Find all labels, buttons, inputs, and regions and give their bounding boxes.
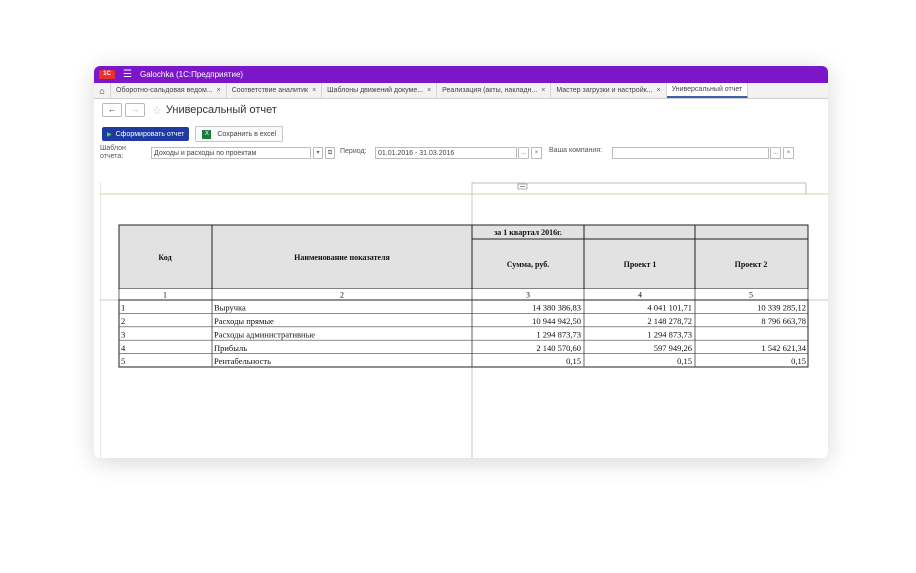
command-bar: ▶ Сформировать отчет X Сохранить в excel bbox=[94, 125, 828, 143]
col-header-sum: Сумма, руб. bbox=[507, 260, 550, 269]
app-logo: 1С bbox=[99, 70, 115, 79]
period-clear-button[interactable]: × bbox=[531, 147, 542, 159]
col-number: 3 bbox=[526, 291, 530, 300]
col-number: 4 bbox=[638, 291, 642, 300]
row-project-1: 2 148 278,72 bbox=[647, 316, 692, 326]
template-label: Шаблон bbox=[100, 145, 126, 152]
app-window: 1С ☰ Galochka (1С:Предприятие) ⌂ Оборотн… bbox=[94, 66, 828, 458]
tab-bar: ⌂ Оборотно-сальдовая ведом... × Соответст… bbox=[94, 83, 828, 99]
period-header: за 1 квартал 2016г. bbox=[494, 228, 562, 237]
row-project-2: 8 796 663,78 bbox=[761, 316, 806, 326]
tab-label: Универсальный отчет bbox=[671, 86, 743, 93]
tab-import-wizard[interactable]: Мастер загрузки и настройк... × bbox=[551, 83, 667, 98]
tab-analytics-mapping[interactable]: Соответствие аналитик × bbox=[227, 83, 323, 98]
row-project-1: 4 041 101,71 bbox=[647, 303, 692, 313]
period-field[interactable]: 01.01.2016 - 31.03.2016 bbox=[375, 147, 517, 159]
tab-turnover-balance[interactable]: Оборотно-сальдовая ведом... × bbox=[111, 83, 227, 98]
row-project-2: 1 542 621,34 bbox=[761, 343, 806, 353]
col-header-project-2: Проект 2 bbox=[735, 260, 768, 269]
tab-label: Соответствие аналитик bbox=[231, 87, 309, 94]
play-icon: ▶ bbox=[107, 131, 112, 138]
save-excel-label: Сохранить в excel bbox=[217, 130, 277, 138]
report-grid: за 1 квартал 2016г. Код Наименование пок… bbox=[100, 182, 828, 458]
company-label: Ваша компания: bbox=[549, 147, 603, 154]
row-project-2: 0,15 bbox=[791, 356, 806, 366]
forward-button[interactable]: → bbox=[125, 103, 145, 117]
close-icon[interactable]: × bbox=[541, 87, 545, 94]
row-project-1: 0,15 bbox=[677, 356, 692, 366]
row-name: Рентабельность bbox=[214, 356, 271, 366]
row-sum: 10 944 942,50 bbox=[532, 316, 581, 326]
company-clear-button[interactable]: × bbox=[783, 147, 794, 159]
open-icon[interactable]: ⧉ bbox=[325, 147, 335, 159]
template-label-2: отчета: bbox=[100, 153, 124, 160]
favorite-star-icon[interactable]: ☆ bbox=[152, 104, 162, 117]
tab-universal-report[interactable]: Универсальный отчет bbox=[666, 83, 749, 98]
row-code: 1 bbox=[121, 303, 125, 313]
col-header-project-1: Проект 1 bbox=[624, 260, 657, 269]
row-name: Расходы прямые bbox=[214, 316, 274, 326]
template-select[interactable]: Доходы и расходы по проектам bbox=[151, 147, 311, 159]
tab-label: Реализация (акты, накладн... bbox=[442, 87, 538, 94]
row-code: 3 bbox=[121, 329, 125, 339]
row-sum: 0,15 bbox=[566, 356, 581, 366]
close-icon[interactable]: × bbox=[427, 87, 431, 94]
report-spreadsheet[interactable]: за 1 квартал 2016г. Код Наименование пок… bbox=[100, 182, 828, 458]
back-button[interactable]: ← bbox=[102, 103, 122, 117]
generate-report-button[interactable]: ▶ Сформировать отчет bbox=[102, 127, 190, 141]
page-header: ← → ☆ Универсальный отчет bbox=[94, 99, 828, 121]
page-title: Универсальный отчет bbox=[165, 104, 277, 116]
tab-label: Шаблоны движений докуме... bbox=[327, 87, 424, 94]
period-select-button[interactable]: ... bbox=[518, 147, 529, 159]
col-header-code: Код bbox=[158, 253, 171, 262]
row-project-2: 10 339 285,12 bbox=[757, 303, 806, 313]
row-sum: 2 140 570,60 bbox=[536, 343, 581, 353]
home-icon[interactable]: ⌂ bbox=[94, 83, 111, 98]
row-code: 4 bbox=[121, 343, 126, 353]
hamburger-menu-icon[interactable]: ☰ bbox=[123, 69, 132, 80]
tab-movement-templates[interactable]: Шаблоны движений докуме... × bbox=[322, 83, 438, 98]
chevron-down-icon[interactable]: ▾ bbox=[313, 147, 323, 159]
row-name: Расходы административные bbox=[214, 329, 315, 339]
row-code: 2 bbox=[121, 316, 125, 326]
col-number: 2 bbox=[340, 291, 344, 300]
row-name: Прибыль bbox=[214, 343, 247, 353]
row-sum: 14 380 386,83 bbox=[532, 303, 581, 313]
close-icon[interactable]: × bbox=[657, 87, 661, 94]
period-label: Период: bbox=[340, 148, 367, 155]
app-title: Galochka (1С:Предприятие) bbox=[139, 70, 244, 79]
row-sum: 1 294 873,73 bbox=[536, 329, 581, 339]
generate-report-label: Сформировать отчет bbox=[115, 130, 185, 138]
tab-label: Мастер загрузки и настройк... bbox=[556, 87, 653, 94]
save-excel-button[interactable]: X Сохранить в excel bbox=[195, 126, 284, 142]
col-header-name: Наименование показателя bbox=[294, 253, 390, 262]
close-icon[interactable]: × bbox=[312, 87, 316, 94]
row-code: 5 bbox=[121, 356, 125, 366]
title-bar: 1С ☰ Galochka (1С:Предприятие) bbox=[94, 66, 828, 83]
row-name: Выручка bbox=[214, 303, 246, 313]
row-project-1: 597 949,26 bbox=[654, 343, 692, 353]
tab-label: Оборотно-сальдовая ведом... bbox=[116, 87, 213, 94]
company-field[interactable] bbox=[612, 147, 769, 159]
col-number: 5 bbox=[749, 291, 753, 300]
close-icon[interactable]: × bbox=[217, 87, 221, 94]
company-select-button[interactable]: ... bbox=[770, 147, 781, 159]
row-project-1: 1 294 873,73 bbox=[647, 329, 692, 339]
header-fill bbox=[119, 225, 808, 289]
col-number: 1 bbox=[163, 291, 167, 300]
excel-icon: X bbox=[202, 129, 212, 139]
tab-sales[interactable]: Реализация (акты, накладн... × bbox=[437, 83, 552, 98]
report-parameters: Шаблон отчета: Доходы и расходы по проек… bbox=[94, 145, 828, 168]
